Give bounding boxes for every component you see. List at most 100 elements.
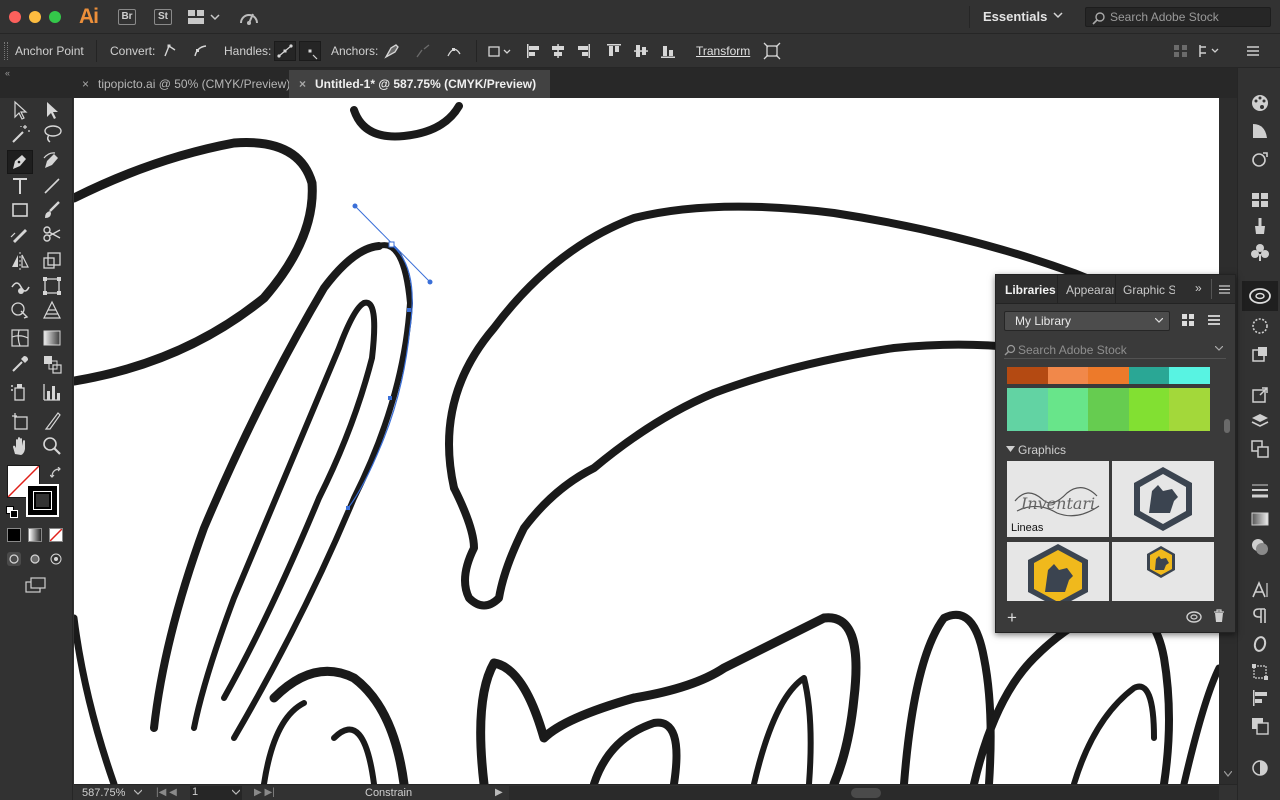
search-scope-chevron-icon[interactable] bbox=[1215, 346, 1223, 352]
close-tab-icon[interactable]: × bbox=[299, 70, 306, 98]
graphic-thumbnail-badge-outline[interactable] bbox=[1112, 461, 1214, 537]
export-icon[interactable] bbox=[1250, 385, 1270, 405]
gradient-icon[interactable] bbox=[1250, 509, 1270, 529]
library-select[interactable]: My Library bbox=[1004, 311, 1170, 331]
scissors-tool-icon[interactable] bbox=[41, 223, 63, 245]
collapse-graphics-icon[interactable] bbox=[1006, 446, 1015, 453]
zoom-chevron-icon[interactable] bbox=[134, 788, 142, 796]
expand-panels-icon[interactable]: » bbox=[1195, 281, 1202, 295]
opentype-icon[interactable] bbox=[1250, 634, 1270, 654]
close-window-button[interactable] bbox=[9, 11, 21, 23]
lasso-tool-icon[interactable] bbox=[41, 123, 63, 145]
perspective-grid-tool-icon[interactable] bbox=[41, 299, 63, 321]
convert-to-corner-icon[interactable] bbox=[161, 42, 179, 60]
mesh-tool-icon[interactable] bbox=[9, 327, 31, 349]
add-content-icon[interactable]: + bbox=[1007, 608, 1017, 628]
graphic-thumbnail-badge-small[interactable] bbox=[1112, 542, 1214, 601]
isolate-selected-icon[interactable] bbox=[763, 42, 781, 60]
minimize-window-button[interactable] bbox=[29, 11, 41, 23]
asset-export-icon[interactable] bbox=[1250, 344, 1270, 364]
symbols-icon[interactable] bbox=[1250, 242, 1270, 262]
library-search-input[interactable] bbox=[1018, 343, 1208, 357]
align-to-icon[interactable] bbox=[487, 42, 511, 60]
last-artboard-icon[interactable]: ▶ ▶| bbox=[254, 787, 275, 798]
draw-behind-icon[interactable] bbox=[28, 552, 42, 566]
artboard-chevron-icon[interactable] bbox=[232, 788, 240, 796]
panel-menu-icon[interactable] bbox=[1219, 285, 1230, 294]
color-theme-row-1[interactable] bbox=[1007, 367, 1210, 384]
transform-link[interactable]: Transform bbox=[696, 44, 750, 58]
artboard-tool-icon[interactable] bbox=[9, 410, 31, 432]
slice-tool-icon[interactable] bbox=[41, 410, 63, 432]
panel-scroll-thumb[interactable] bbox=[1224, 419, 1230, 433]
blend-tool-icon[interactable] bbox=[41, 353, 63, 375]
horizontal-scrollbar[interactable] bbox=[509, 786, 1219, 800]
color-swatch[interactable] bbox=[1088, 388, 1129, 431]
workspace-switcher[interactable]: Essentials bbox=[983, 9, 1047, 24]
recolor-icon[interactable] bbox=[1250, 149, 1270, 169]
align-icon[interactable] bbox=[1250, 688, 1270, 708]
align-vcenter-icon[interactable] bbox=[632, 42, 650, 60]
stroke-swatch[interactable] bbox=[26, 484, 59, 517]
show-handles-icon[interactable] bbox=[274, 41, 296, 61]
hand-tool-icon[interactable] bbox=[9, 435, 31, 457]
remove-anchor-icon[interactable] bbox=[383, 42, 401, 60]
hide-handles-icon[interactable] bbox=[299, 41, 321, 61]
align-right-icon[interactable] bbox=[574, 42, 592, 60]
column-graph-tool-icon[interactable] bbox=[41, 381, 63, 403]
stock-search[interactable] bbox=[1085, 7, 1271, 27]
color-theme-row-2[interactable] bbox=[1007, 388, 1210, 431]
cut-path-icon[interactable] bbox=[445, 42, 463, 60]
scroll-down-icon[interactable] bbox=[1224, 771, 1232, 777]
appearance-icon[interactable] bbox=[1250, 758, 1270, 778]
tab-tipopicto[interactable]: × tipopicto.ai @ 50% (CMYK/Preview) bbox=[72, 70, 304, 98]
align-bottom-icon[interactable] bbox=[659, 42, 677, 60]
shaper-tool-icon[interactable] bbox=[9, 223, 31, 245]
trash-icon[interactable] bbox=[1213, 609, 1225, 623]
type-tool-icon[interactable] bbox=[9, 175, 31, 197]
color-swatch[interactable] bbox=[1128, 367, 1170, 384]
grid-view-icon[interactable] bbox=[1181, 313, 1195, 327]
magic-wand-tool-icon[interactable] bbox=[9, 123, 31, 145]
screen-mode-icon[interactable] bbox=[25, 577, 47, 593]
creative-cloud-sync-icon[interactable] bbox=[1186, 610, 1202, 624]
tab-libraries[interactable]: Libraries bbox=[1005, 283, 1056, 297]
first-artboard-icon[interactable]: |◀ ◀ bbox=[156, 787, 177, 798]
free-transform-tool-icon[interactable] bbox=[41, 275, 63, 297]
color-swatch[interactable] bbox=[1047, 388, 1089, 431]
none-mode-icon[interactable] bbox=[49, 528, 63, 542]
color-swatch[interactable] bbox=[1007, 367, 1048, 384]
artboards-icon[interactable] bbox=[1250, 439, 1270, 459]
arrange-documents-icon[interactable] bbox=[188, 10, 222, 24]
pathfinder-icon[interactable] bbox=[1250, 716, 1270, 736]
align-left-icon[interactable] bbox=[525, 42, 543, 60]
transform-icon[interactable] bbox=[1250, 662, 1270, 682]
status-menu-icon[interactable]: ▶ bbox=[495, 787, 503, 798]
tab-graphic-styles[interactable]: Graphic S bbox=[1123, 283, 1175, 297]
bridge-button[interactable]: Br bbox=[118, 9, 136, 25]
align-hcenter-icon[interactable] bbox=[549, 42, 567, 60]
color-swatch[interactable] bbox=[1047, 367, 1089, 384]
pen-tool-icon[interactable] bbox=[7, 150, 33, 174]
convert-to-smooth-icon[interactable] bbox=[191, 42, 209, 60]
color-mode-icon[interactable] bbox=[7, 528, 21, 542]
color-guide-icon[interactable] bbox=[1250, 121, 1270, 141]
color-swatch[interactable] bbox=[1169, 367, 1210, 384]
scale-tool-icon[interactable] bbox=[41, 250, 63, 272]
curvature-tool-icon[interactable] bbox=[41, 150, 63, 172]
swap-fill-stroke-icon[interactable] bbox=[50, 467, 62, 479]
zoom-level[interactable]: 587.75% bbox=[82, 787, 125, 799]
rectangle-tool-icon[interactable] bbox=[9, 199, 31, 221]
libraries-dock-button[interactable] bbox=[1242, 281, 1278, 311]
color-swatch[interactable] bbox=[1088, 367, 1129, 384]
stock-icon[interactable] bbox=[1250, 316, 1270, 336]
gpu-performance-icon[interactable] bbox=[238, 8, 260, 26]
direct-selection-tool-icon[interactable] bbox=[41, 99, 63, 121]
draw-normal-icon[interactable] bbox=[7, 552, 21, 566]
panel-options-icon[interactable] bbox=[1197, 42, 1223, 60]
paintbrush-tool-icon[interactable] bbox=[41, 199, 63, 221]
default-fill-stroke-icon[interactable] bbox=[6, 506, 18, 518]
layers-icon[interactable] bbox=[1250, 411, 1270, 431]
eyedropper-tool-icon[interactable] bbox=[9, 353, 31, 375]
control-bar-gripper[interactable] bbox=[4, 42, 8, 60]
